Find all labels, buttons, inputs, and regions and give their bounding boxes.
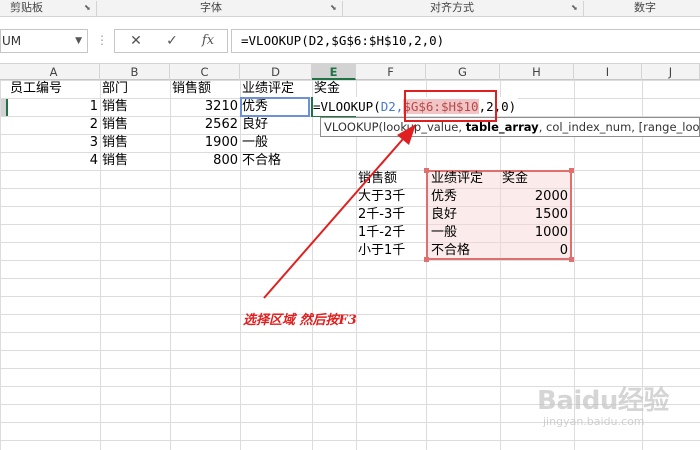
column-headers: A B C D E F G H I J — [0, 64, 700, 80]
cell-h8[interactable]: 1500 — [500, 206, 570, 224]
cell-h6[interactable]: 奖金 — [500, 170, 528, 188]
formula-buttons: ✕ ✓ fx — [114, 29, 228, 53]
cell-a5[interactable]: 4 — [8, 152, 100, 170]
ribbon-group-font[interactable]: 字体 — [200, 0, 222, 17]
cell-b4[interactable]: 销售 — [100, 134, 128, 152]
cell-c1[interactable]: 销售额 — [170, 80, 211, 98]
watermark-url: jingyan.baidu.com — [543, 415, 645, 428]
baidu-jingyan-watermark: Baidu经验 — [537, 386, 669, 416]
formula-input[interactable]: =VLOOKUP(D2,$G$6:$H$10,2,0) — [231, 29, 700, 53]
cell-f10[interactable]: 小于1千 — [356, 242, 405, 260]
formula-ref-d2: D2, — [380, 99, 404, 114]
cell-d1[interactable]: 业绩评定 — [240, 80, 294, 98]
column-header-h[interactable]: H — [500, 64, 574, 80]
cell-b5[interactable]: 销售 — [100, 152, 128, 170]
cell-h9[interactable]: 1000 — [500, 224, 570, 242]
alignment-launcher-icon[interactable]: ⬊ — [571, 3, 578, 13]
cell-d4[interactable]: 一般 — [240, 134, 268, 152]
cell-b1[interactable]: 部门 — [100, 80, 128, 98]
cell-c5[interactable]: 800 — [170, 152, 240, 170]
column-header-b[interactable]: B — [100, 64, 170, 80]
ribbon-group-clipboard[interactable]: 剪贴板 — [10, 0, 43, 17]
column-header-j[interactable]: J — [642, 64, 700, 80]
name-box-value: UM — [2, 34, 22, 48]
function-argument-tooltip[interactable]: VLOOKUP(lookup_value, table_array, col_i… — [320, 117, 700, 137]
tooltip-fn: VLOOKUP( — [324, 120, 384, 134]
ribbon-group-number[interactable]: 数字 — [634, 0, 656, 17]
cell-g8[interactable]: 良好 — [429, 206, 457, 224]
cell-c3[interactable]: 2562 — [170, 116, 240, 134]
cell-g6[interactable]: 业绩评定 — [429, 170, 483, 188]
cell-c2[interactable]: 3210 — [170, 98, 240, 116]
formula-prefix: =VLOOKUP( — [313, 99, 381, 114]
cell-f7[interactable]: 大于3千 — [356, 188, 405, 206]
drag-handle-icon[interactable]: ⋮ — [96, 33, 108, 47]
column-header-c[interactable]: C — [170, 64, 240, 80]
name-box[interactable]: UM ▼ — [0, 29, 88, 53]
clipboard-launcher-icon[interactable]: ⬊ — [84, 3, 91, 13]
tooltip-arg-lookup-value[interactable]: lookup_value, — [383, 120, 466, 134]
cell-a4[interactable]: 3 — [8, 134, 100, 152]
cell-d3[interactable]: 良好 — [240, 116, 268, 134]
cell-g10[interactable]: 不合格 — [429, 242, 470, 260]
cancel-icon[interactable]: ✕ — [121, 30, 151, 52]
ribbon-group-alignment[interactable]: 对齐方式 — [430, 0, 474, 17]
tooltip-rest: , col_index_num, [range_lookup]) — [538, 120, 700, 134]
cell-h7[interactable]: 2000 — [500, 188, 570, 206]
cell-f6[interactable]: 销售额 — [356, 170, 397, 188]
insert-function-icon[interactable]: fx — [193, 30, 223, 52]
cell-c4[interactable]: 1900 — [170, 134, 240, 152]
range-handle[interactable] — [569, 168, 574, 173]
ribbon-separator — [342, 1, 343, 16]
grid-line — [312, 80, 313, 450]
tooltip-arg-table-array[interactable]: table_array — [466, 120, 539, 134]
column-header-g[interactable]: G — [426, 64, 500, 80]
cell-f8[interactable]: 2千-3千 — [356, 206, 405, 224]
column-header-d[interactable]: D — [240, 64, 312, 80]
annotation-highlight-box — [404, 90, 497, 122]
chevron-down-icon[interactable]: ▼ — [75, 30, 82, 52]
cell-g7[interactable]: 优秀 — [429, 188, 457, 206]
cell-h10[interactable]: 0 — [500, 242, 570, 260]
cell-g9[interactable]: 一般 — [429, 224, 457, 242]
cell-a1[interactable]: 员工编号 — [8, 80, 62, 98]
font-launcher-icon[interactable]: ⬊ — [330, 3, 337, 13]
ribbon-separator — [96, 1, 97, 16]
cell-f9[interactable]: 1千-2千 — [356, 224, 405, 242]
cell-a3[interactable]: 2 — [8, 116, 100, 134]
ribbon-separator — [583, 1, 584, 16]
referenced-cell-highlight — [240, 97, 310, 117]
formula-bar-row: UM ▼ ⋮ ✕ ✓ fx =VLOOKUP(D2,$G$6:$H$10,2,0… — [0, 17, 700, 64]
cell-b3[interactable]: 销售 — [100, 116, 128, 134]
cell-a2[interactable]: 1 — [8, 98, 100, 116]
cell-b2[interactable]: 销售 — [100, 98, 128, 116]
ribbon-group-labels: 剪贴板 ⬊ 字体 ⬊ 对齐方式 ⬊ 数字 — [0, 0, 700, 17]
cell-e1[interactable]: 奖金 — [312, 80, 340, 98]
column-header-a[interactable]: A — [8, 64, 100, 80]
column-header-i[interactable]: I — [574, 64, 642, 80]
column-header-e[interactable]: E — [312, 64, 356, 80]
enter-icon[interactable]: ✓ — [157, 30, 187, 52]
annotation-text: 选择区域 然后按F3 — [243, 313, 357, 328]
column-header-f[interactable]: F — [356, 64, 426, 80]
cell-d5[interactable]: 不合格 — [240, 152, 281, 170]
